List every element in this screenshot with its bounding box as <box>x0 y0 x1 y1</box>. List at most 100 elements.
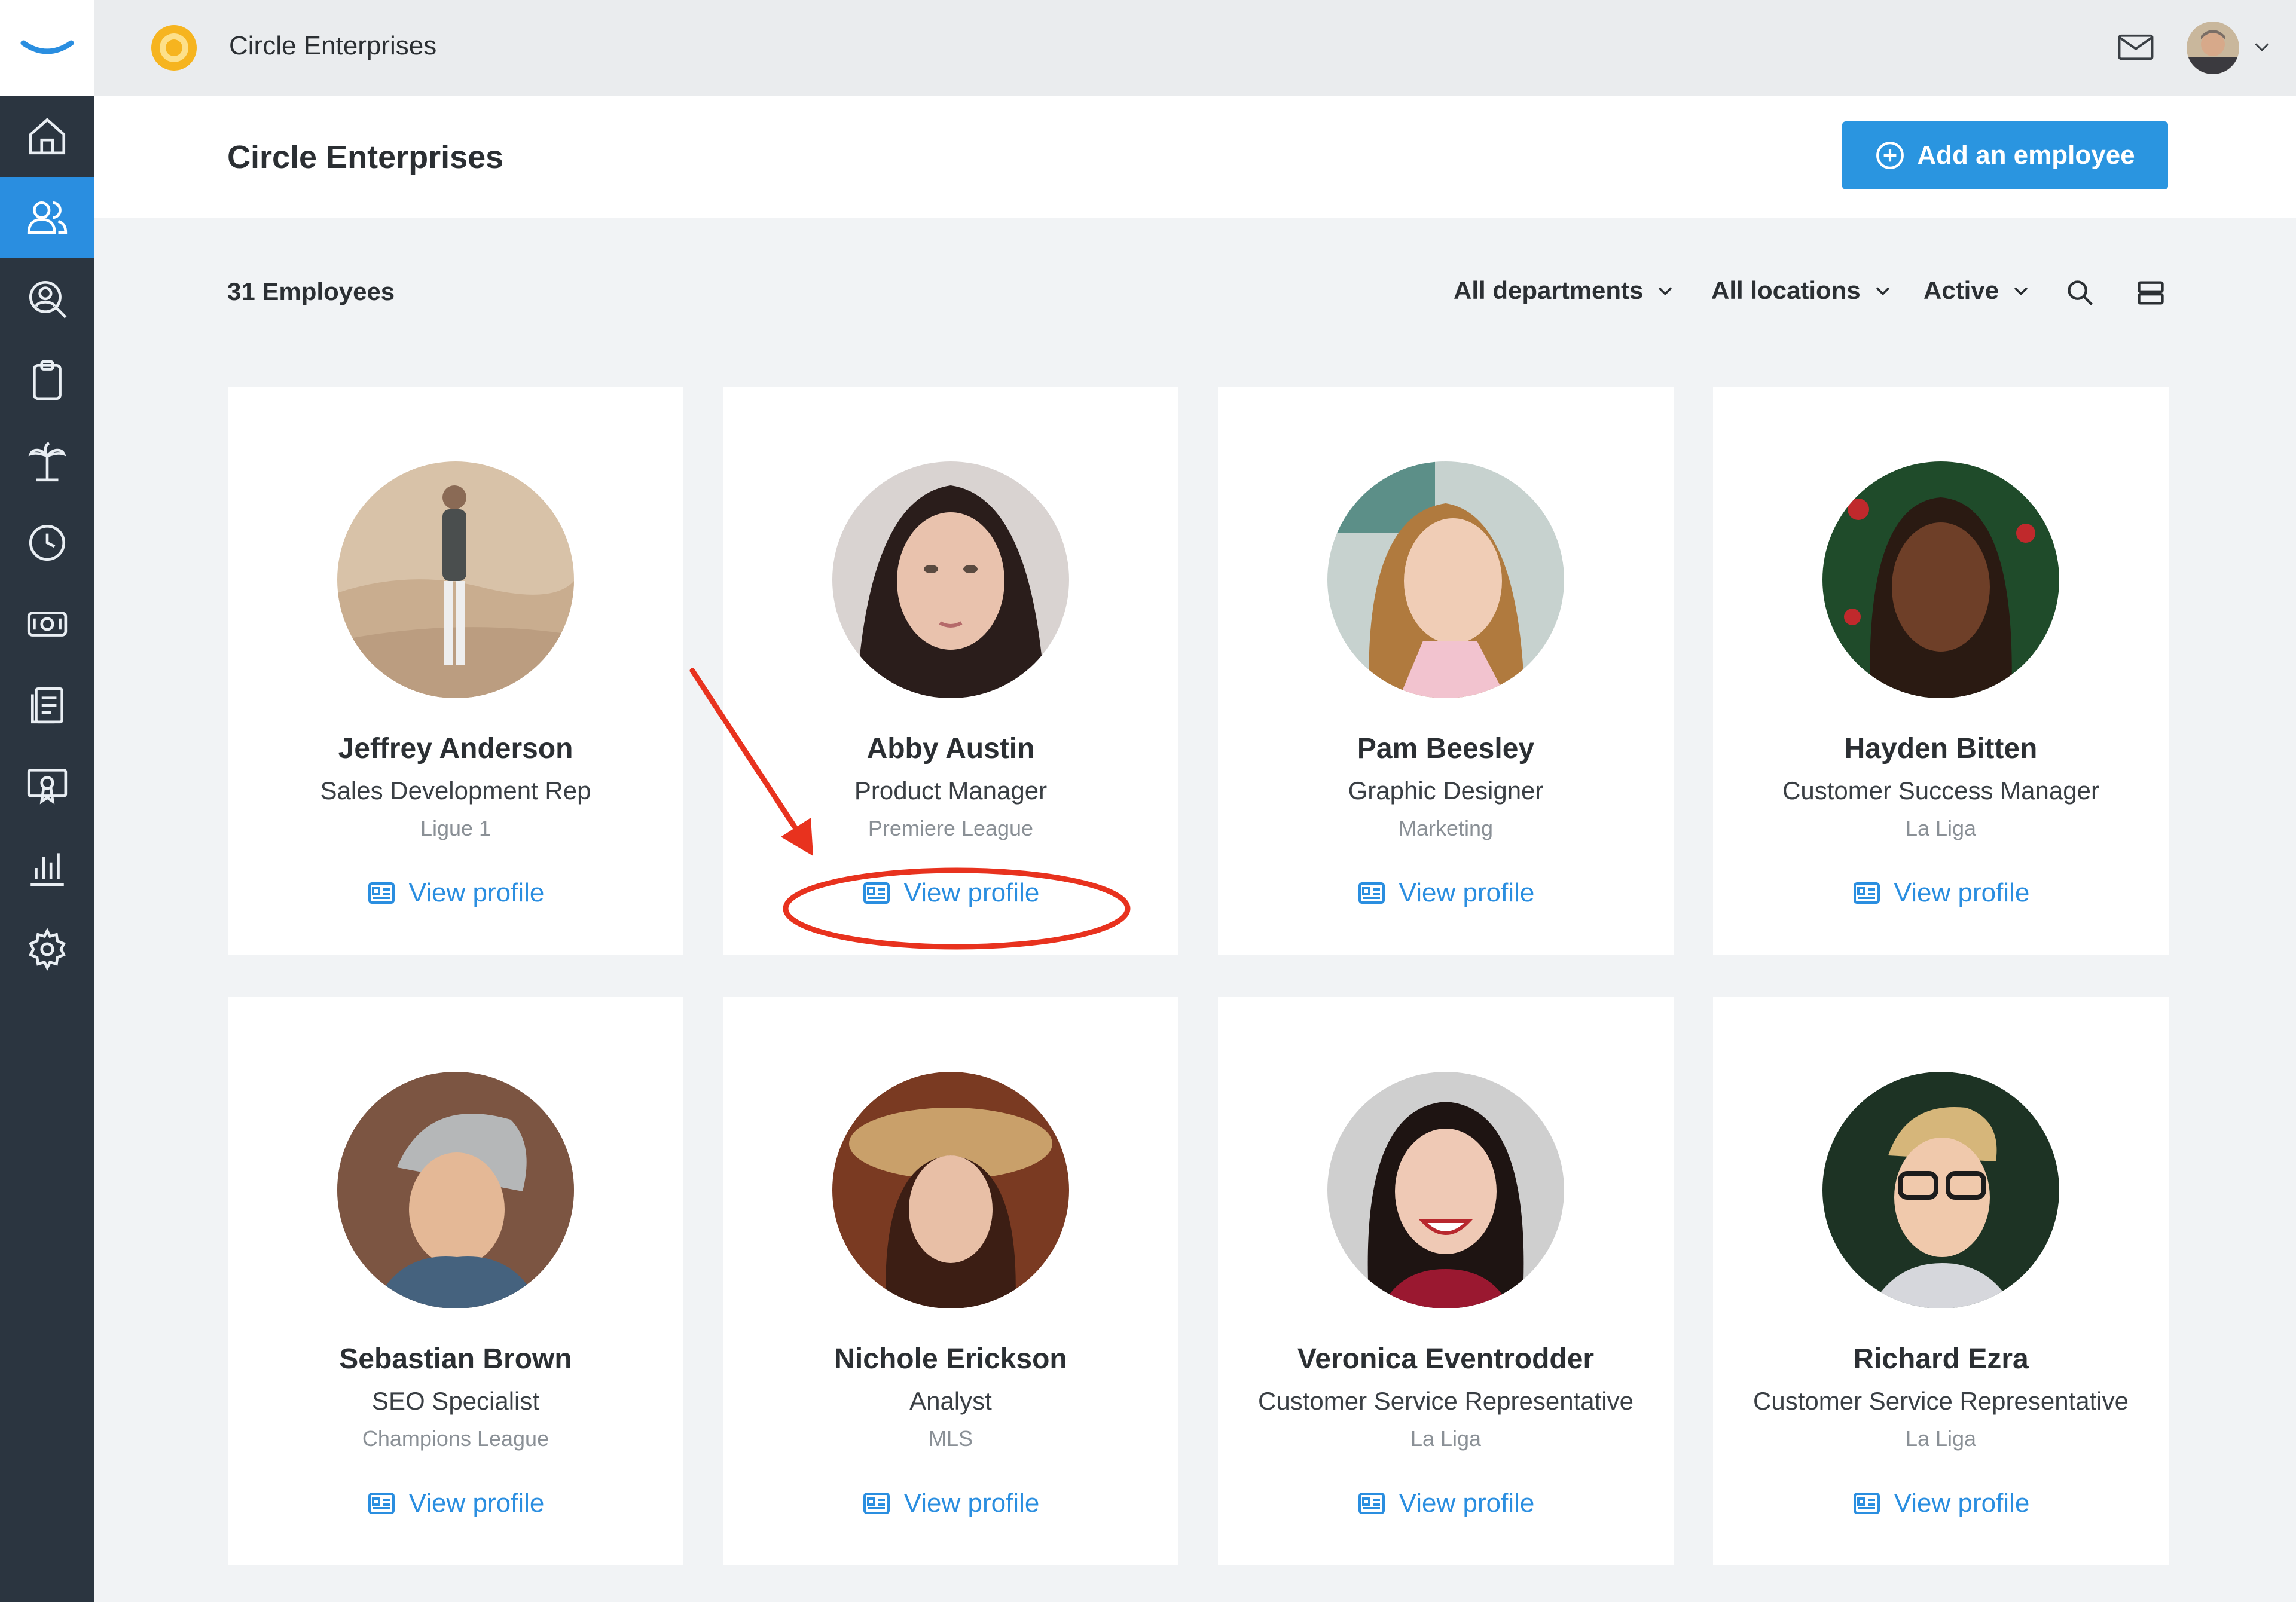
view-profile-label: View profile <box>1894 878 2030 907</box>
id-card-icon <box>1358 882 1385 904</box>
employee-card: Sebastian Brown SEO Specialist Champions… <box>228 997 683 1565</box>
sidebar-item-documents[interactable] <box>0 665 94 746</box>
employee-photo-image <box>832 461 1069 698</box>
mail-icon[interactable] <box>2116 27 2155 67</box>
topbar: Circle Enterprises <box>94 0 2296 96</box>
employee-role: Analyst <box>909 1387 992 1415</box>
sidebar-item-recruiting[interactable] <box>0 258 94 340</box>
view-profile-label: View profile <box>408 878 545 907</box>
employee-photo[interactable] <box>1327 1072 1564 1308</box>
view-profile-link[interactable]: View profile <box>1218 1488 1674 1518</box>
employee-photo[interactable] <box>337 461 574 698</box>
sidebar-item-home[interactable] <box>0 96 94 177</box>
page-header: Circle Enterprises Add an employee <box>94 96 2296 218</box>
employee-role: Sales Development Rep <box>320 776 591 805</box>
search-icon[interactable] <box>2065 277 2096 308</box>
employee-department: Champions League <box>362 1426 549 1451</box>
employee-name: Abby Austin <box>866 733 1035 765</box>
employee-photo-image <box>337 461 574 698</box>
money-icon <box>27 612 67 637</box>
employee-name: Sebastian Brown <box>339 1343 572 1375</box>
view-profile-link[interactable]: View profile <box>228 878 683 908</box>
employee-role: SEO Specialist <box>371 1387 540 1415</box>
status-filter-label: Active <box>1923 276 1999 304</box>
app-logo[interactable] <box>0 0 94 96</box>
employee-card: Abby Austin Product Manager Premiere Lea… <box>723 387 1178 955</box>
employee-name: Veronica Eventrodder <box>1297 1343 1595 1375</box>
departments-filter-label: All departments <box>1454 276 1644 304</box>
chevron-down-icon <box>2014 287 2028 296</box>
id-card-icon <box>368 882 395 904</box>
employee-department: Marketing <box>1398 816 1494 840</box>
sidebar-item-payroll[interactable] <box>0 583 94 665</box>
company-name[interactable]: Circle Enterprises <box>229 31 436 61</box>
sidebar-item-time-off[interactable] <box>0 421 94 502</box>
chevron-down-icon <box>1659 287 1672 296</box>
gear-icon <box>28 927 66 971</box>
sidebar-item-reports[interactable] <box>0 827 94 909</box>
view-profile-link[interactable]: View profile <box>1218 878 1674 908</box>
view-profile-link[interactable]: View profile <box>1713 878 2169 908</box>
employee-card: Richard Ezra Customer Service Representa… <box>1713 997 2169 1565</box>
employee-photo[interactable] <box>337 1072 574 1308</box>
people-search-icon <box>29 280 66 319</box>
status-filter[interactable]: Active <box>1923 276 2031 305</box>
add-employee-label: Add an employee <box>1917 140 2135 170</box>
bar-chart-icon <box>30 853 64 886</box>
documents-icon <box>30 687 63 724</box>
view-profile-label: View profile <box>903 878 1040 907</box>
employee-photo[interactable] <box>832 1072 1069 1308</box>
sidebar-item-tasks[interactable] <box>0 340 94 421</box>
employee-role: Customer Success Manager <box>1782 776 2099 805</box>
employee-role: Customer Service Representative <box>1258 1387 1634 1415</box>
plus-circle-icon <box>1876 142 1904 169</box>
user-avatar[interactable] <box>2187 22 2239 74</box>
clock-icon <box>29 524 65 561</box>
employee-card: Pam Beesley Graphic Designer Marketing V… <box>1218 387 1674 955</box>
id-card-icon <box>368 1493 395 1514</box>
employee-department: Ligue 1 <box>420 816 491 840</box>
list-view-icon[interactable] <box>2135 277 2166 308</box>
id-card-icon <box>1358 1493 1385 1514</box>
employee-photo-image <box>1327 1072 1564 1308</box>
avatar <box>2187 22 2239 74</box>
employee-name: Hayden Bitten <box>1844 733 2038 765</box>
employee-photo-image <box>1822 461 2059 698</box>
employee-department: Premiere League <box>868 816 1034 840</box>
certificate-icon <box>27 768 67 805</box>
employee-department: La Liga <box>1905 1426 1977 1451</box>
departments-filter[interactable]: All departments <box>1454 276 1675 305</box>
sidebar-item-settings[interactable] <box>0 909 94 990</box>
add-employee-button[interactable]: Add an employee <box>1842 121 2168 189</box>
employee-role: Graphic Designer <box>1348 776 1544 805</box>
view-profile-label: View profile <box>903 1488 1040 1518</box>
employee-photo[interactable] <box>832 461 1069 698</box>
view-profile-label: View profile <box>1894 1488 2030 1518</box>
view-profile-link[interactable]: View profile <box>228 1488 683 1518</box>
employee-card: Hayden Bitten Customer Success Manager L… <box>1713 387 2169 955</box>
view-profile-label: View profile <box>1399 1488 1535 1518</box>
employee-department: La Liga <box>1410 1426 1482 1451</box>
sidebar-item-time[interactable] <box>0 502 94 583</box>
view-profile-link[interactable]: View profile <box>1713 1488 2169 1518</box>
chevron-down-icon <box>1876 287 1889 296</box>
id-card-icon <box>863 882 890 904</box>
employee-photo[interactable] <box>1822 461 2059 698</box>
locations-filter[interactable]: All locations <box>1711 276 1893 305</box>
view-profile-link[interactable]: View profile <box>723 1488 1178 1518</box>
employee-photo[interactable] <box>1327 461 1564 698</box>
view-profile-link[interactable]: View profile <box>723 878 1178 908</box>
employee-name: Nichole Erickson <box>834 1343 1067 1375</box>
employee-card: Veronica Eventrodder Customer Service Re… <box>1218 997 1674 1565</box>
sidebar-item-training[interactable] <box>0 746 94 827</box>
people-icon <box>27 201 67 234</box>
employee-photo[interactable] <box>1822 1072 2059 1308</box>
employee-count: 31 Employees <box>227 277 395 305</box>
sidebar-item-people[interactable] <box>0 177 94 258</box>
employee-card: Jeffrey Anderson Sales Development Rep L… <box>228 387 683 955</box>
view-profile-label: View profile <box>1399 878 1535 907</box>
employee-name: Jeffrey Anderson <box>338 733 573 765</box>
employee-photo-image <box>1822 1072 2059 1308</box>
page-title: Circle Enterprises <box>227 139 504 175</box>
chevron-down-icon[interactable] <box>2251 36 2273 57</box>
